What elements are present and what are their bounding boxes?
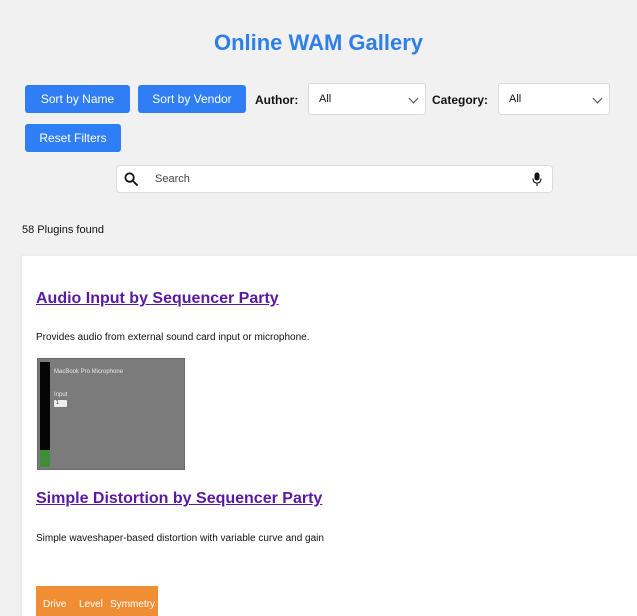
reset-filters-button[interactable]: Reset Filters — [25, 124, 121, 152]
level-meter-fill — [40, 450, 50, 467]
chevron-down-icon — [592, 93, 603, 104]
category-label: Category: — [432, 93, 489, 107]
category-select[interactable]: All — [498, 83, 610, 115]
author-label: Author: — [255, 93, 299, 107]
input-select[interactable]: 1 — [54, 400, 67, 407]
chevron-down-icon — [408, 93, 419, 104]
search-icon — [124, 172, 138, 186]
plugin-title-link[interactable]: Audio Input by Sequencer Party — [36, 290, 279, 308]
knob-label-symmetry: Symmetry — [110, 599, 155, 610]
author-select[interactable]: All — [308, 83, 426, 115]
search-bar[interactable] — [116, 165, 553, 193]
category-select-value: All — [509, 93, 522, 105]
plugin-title-link[interactable]: Simple Distortion by Sequencer Party — [36, 490, 322, 508]
results-count: 58 Plugins found — [22, 224, 104, 236]
device-name: MacBook Pro Microphone — [54, 369, 124, 375]
gallery-page: Online WAM Gallery Sort by Name Sort by … — [0, 0, 637, 616]
plugin-description: Simple waveshaper-based distortion with … — [36, 533, 324, 544]
input-label: Input — [54, 392, 68, 398]
search-input[interactable] — [155, 170, 525, 188]
knob-label-drive: Drive — [43, 599, 67, 610]
page-title: Online WAM Gallery — [213, 30, 424, 55]
input-select-value: 1 — [56, 400, 59, 406]
sort-by-name-button[interactable]: Sort by Name — [25, 85, 130, 113]
audio-input-thumbnail[interactable]: MacBook Pro Microphone Input 1 — [37, 358, 185, 470]
author-select-value: All — [319, 93, 332, 105]
plugin-description: Provides audio from external sound card … — [36, 332, 310, 343]
microphone-icon[interactable] — [532, 172, 542, 187]
simple-distortion-thumbnail[interactable]: Drive Level Symmetry — [36, 586, 158, 616]
knob-label-level: Level — [79, 599, 103, 610]
sort-by-vendor-button[interactable]: Sort by Vendor — [138, 85, 246, 113]
level-meter — [40, 362, 50, 467]
